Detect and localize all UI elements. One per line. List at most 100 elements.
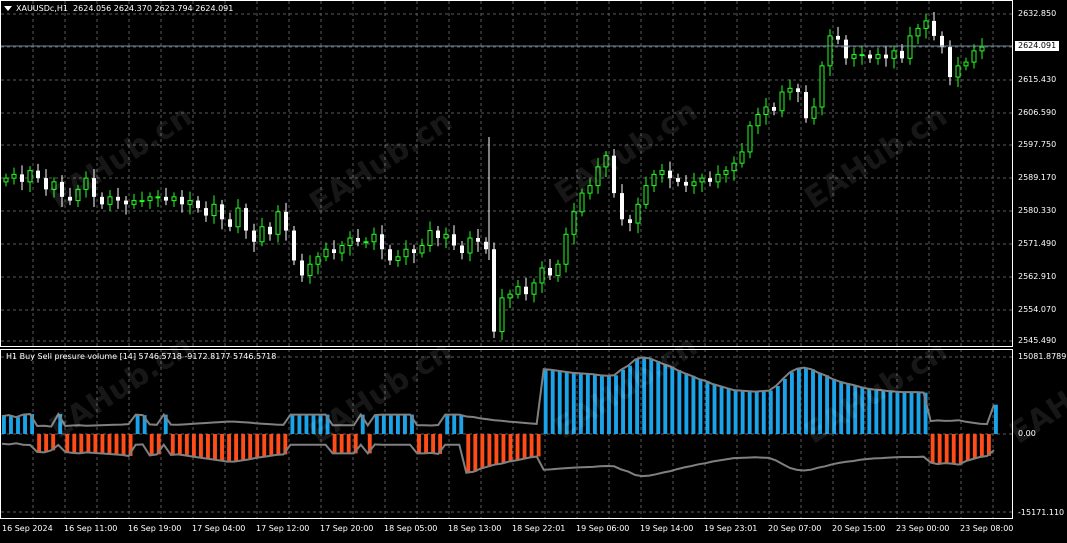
buy-bar (16, 417, 20, 434)
candle-body (979, 46, 985, 52)
candle-body (187, 200, 193, 205)
buy-bar (452, 414, 457, 434)
buy-bar (747, 391, 752, 434)
trading-chart[interactable] (0, 0, 1067, 543)
candle-body (427, 230, 433, 247)
sell-bar (227, 434, 232, 462)
sell-bar (529, 434, 534, 458)
candle-body (467, 237, 473, 254)
sell-bar (248, 434, 253, 460)
candle-body (668, 170, 672, 179)
buy-bar (712, 383, 717, 434)
candle-body (220, 204, 224, 220)
candle-body (124, 200, 128, 205)
indicator-title[interactable]: H1 Buy Sell presure volume [14] 5746.571… (6, 352, 276, 362)
symbol-title[interactable]: XAUUSDc,H1 2624.056 2624.370 2623.794 26… (4, 4, 233, 14)
candle-body (620, 193, 624, 220)
candle-body (659, 170, 665, 175)
candle-body (531, 282, 537, 295)
buy-bar (9, 415, 13, 434)
candle-body (275, 211, 281, 235)
buy-bar (445, 414, 450, 434)
buy-bar (381, 414, 386, 434)
candle-body (300, 260, 304, 276)
buy-bar (395, 414, 400, 434)
sell-bar (269, 434, 274, 456)
candle-body (307, 263, 313, 276)
buy-bar (374, 415, 379, 434)
candle-body (476, 238, 480, 242)
sell-bar (501, 434, 506, 464)
buy-bar (761, 391, 766, 434)
candle-body (971, 50, 977, 63)
sell-bar (979, 434, 984, 457)
sell-bar (121, 434, 126, 455)
buy-bar (909, 392, 914, 434)
candle-body (915, 27, 921, 37)
candle-body (204, 208, 208, 216)
sell-bar (473, 434, 478, 472)
buy-bar (789, 372, 794, 434)
sell-bar (972, 434, 977, 460)
candle-body (323, 248, 329, 258)
candle-body (699, 177, 705, 183)
price-label: 2606.590 (1018, 108, 1057, 117)
candle-body (723, 170, 729, 175)
sell-bar (346, 434, 351, 454)
buy-bar (698, 378, 703, 434)
candle-body (155, 196, 161, 199)
candle-body (419, 245, 425, 254)
candle-body (923, 20, 929, 29)
sell-bar (198, 434, 203, 458)
sell-bar (170, 434, 175, 455)
time-label: 20 Sep 07:00 (768, 524, 822, 533)
candle-body (932, 20, 936, 36)
sell-bar (262, 434, 267, 457)
time-label: 23 Sep 08:00 (960, 524, 1014, 533)
time-label: 16 Sep 2024 (2, 524, 53, 533)
sell-bar (965, 434, 970, 462)
candle-body (804, 92, 808, 119)
sell-bar (424, 434, 428, 454)
candle-body (211, 203, 217, 217)
candle-body (164, 196, 168, 201)
candle-body (731, 162, 737, 172)
candle-body (900, 50, 904, 59)
candle-body (819, 65, 825, 108)
candle-body (963, 61, 969, 67)
candle-body (252, 230, 256, 242)
candle-body (388, 249, 392, 261)
candle-body (443, 233, 449, 239)
candle-body (259, 226, 265, 243)
sell-bar (184, 434, 189, 456)
candle-body (571, 211, 577, 235)
candle-body (3, 177, 9, 183)
sell-bar (213, 434, 217, 460)
candle-body (139, 200, 145, 203)
sell-bar (37, 434, 42, 452)
candle-body (763, 106, 769, 116)
candle-body (875, 54, 881, 59)
candle-body (844, 39, 848, 59)
candle-body (755, 114, 761, 127)
candle-body (868, 54, 872, 59)
sell-bar (220, 434, 224, 461)
buy-bar (459, 414, 464, 434)
buy-bar (677, 370, 682, 434)
candle-body (836, 35, 840, 40)
candle-body (268, 226, 272, 235)
buy-bar (916, 392, 921, 434)
candle-body (884, 54, 888, 59)
buy-bar (719, 386, 724, 434)
dropdown-triangle-icon (4, 6, 12, 11)
sell-bar (930, 434, 935, 463)
sell-bar (149, 434, 154, 456)
sell-bar (944, 434, 949, 464)
price-label: 2580.330 (1018, 206, 1057, 215)
sell-bar (191, 434, 196, 457)
price-label: 2571.490 (1018, 239, 1057, 248)
candle-body (244, 208, 248, 231)
buy-bar (740, 390, 745, 434)
symbol-name: XAUUSDc,H1 (16, 4, 68, 13)
buy-bar (733, 390, 738, 434)
